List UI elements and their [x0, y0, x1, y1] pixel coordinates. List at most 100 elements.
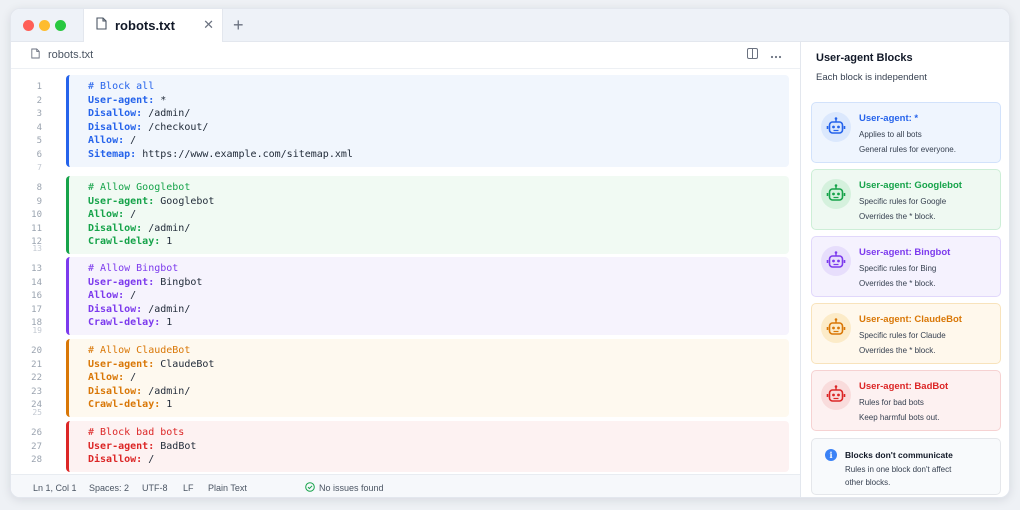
line-text: Disallow: /checkout/: [88, 121, 208, 135]
user-agent-card[interactable]: User-agent: * Applies to all bots General …: [811, 102, 1001, 163]
line-number: 4: [36, 122, 42, 133]
code-editor[interactable]: robots.txt 1 # Block all 2 User-agent: * 3 Di…: [11, 42, 800, 497]
code-line[interactable]: 22 Allow: /: [11, 371, 800, 385]
line-number: 23: [31, 386, 42, 397]
directive-value: /: [142, 454, 155, 466]
language-mode[interactable]: Plain Text: [208, 483, 247, 493]
directive-key: Allow:: [88, 135, 125, 147]
split-editor-icon[interactable]: [747, 48, 758, 62]
robot-icon: [821, 313, 851, 343]
robot-icon: [821, 179, 851, 209]
card-description: General rules for everyone.: [859, 145, 956, 154]
directive-value: /checkout/: [142, 121, 209, 133]
directive-key: User-agent:: [88, 358, 155, 370]
code-line[interactable]: 20 # Allow ClaudeBot: [11, 344, 800, 358]
line-number: 11: [31, 223, 42, 234]
code-line[interactable]: 16 Allow: /: [11, 289, 800, 303]
line-ending-setting[interactable]: LF: [183, 483, 194, 493]
card-title: User-agent: Bingbot: [859, 247, 951, 258]
line-number: 8: [36, 183, 42, 193]
line-number: 27: [31, 441, 42, 452]
new-tab-button[interactable]: +: [233, 15, 244, 35]
breadcrumb-file[interactable]: robots.txt: [48, 49, 93, 61]
directive-key: Disallow:: [88, 121, 143, 133]
card-description: Specific rules for Bing: [859, 264, 937, 273]
card-description: Keep harmful bots out.: [859, 413, 940, 422]
directive-value: *: [154, 94, 167, 106]
card-title: User-agent: ClaudeBot: [859, 314, 962, 325]
tab-robots-txt[interactable]: robots.txt ✕: [83, 9, 223, 42]
code-line[interactable]: 11 Disallow: /admin/: [11, 222, 800, 236]
code-line[interactable]: 19: [11, 324, 800, 338]
directive-key: Disallow:: [88, 454, 143, 466]
card-description: Overrides the * block.: [859, 212, 936, 221]
code-line[interactable]: 17 Disallow: /admin/: [11, 303, 800, 317]
line-text: Disallow: /admin/: [88, 222, 190, 236]
line-number: 3: [36, 109, 42, 120]
card-description: Specific rules for Claude: [859, 331, 946, 340]
line-number: 2: [36, 95, 42, 106]
code-line[interactable]: 23 Disallow: /admin/: [11, 385, 800, 399]
close-window-button[interactable]: [23, 20, 34, 31]
code-line[interactable]: 1 # Block all: [11, 80, 800, 94]
line-number: 5: [36, 136, 42, 147]
directive-value: /admin/: [142, 385, 191, 397]
line-number: 6: [36, 150, 42, 160]
code-line[interactable]: 4 Disallow: /checkout/: [11, 121, 800, 135]
line-text: Disallow: /admin/: [88, 385, 190, 399]
line-text: # Allow Bingbot: [88, 262, 178, 276]
code-line[interactable]: 26 # Block bad bots: [11, 426, 800, 440]
card-description: Specific rules for Google: [859, 197, 947, 206]
maximize-window-button[interactable]: [55, 20, 66, 31]
directive-key: Allow:: [88, 209, 125, 221]
directive-key: User-agent:: [88, 276, 155, 288]
line-number: 9: [36, 196, 42, 207]
code-line[interactable]: 13 # Allow Bingbot: [11, 262, 800, 276]
robot-icon: [821, 112, 851, 142]
indentation-setting[interactable]: Spaces: 2: [89, 483, 129, 493]
code-line[interactable]: 25: [11, 406, 800, 420]
code-area[interactable]: 1 # Block all 2 User-agent: * 3 Disallow: /ad…: [11, 69, 800, 474]
title-bar: robots.txt ✕ +: [11, 9, 1009, 42]
issues-status[interactable]: No issues found: [305, 482, 384, 494]
file-icon: [31, 46, 40, 64]
code-line[interactable]: 10 Allow: /: [11, 208, 800, 222]
line-number: 19: [32, 326, 42, 335]
user-agent-card[interactable]: User-agent: Googlebot Specific rules for …: [811, 169, 1001, 230]
user-agent-card[interactable]: User-agent: ClaudeBot Specific rules for …: [811, 303, 1001, 364]
user-agent-panel: User-agent Blocks Each block is independ…: [800, 42, 1009, 497]
code-line[interactable]: 9 User-agent: Googlebot: [11, 195, 800, 209]
cursor-position[interactable]: Ln 1, Col 1: [33, 483, 77, 493]
user-agent-card[interactable]: User-agent: Bingbot Specific rules for Bi…: [811, 236, 1001, 297]
code-line[interactable]: 3 Disallow: /admin/: [11, 107, 800, 121]
code-line[interactable]: 13: [11, 242, 800, 256]
code-line[interactable]: 21 User-agent: ClaudeBot: [11, 358, 800, 372]
line-text: Allow: /: [88, 289, 136, 303]
status-bar: Ln 1, Col 1 Spaces: 2 UTF-8 LF Plain Tex…: [11, 474, 800, 497]
card-description: Rules for bad bots: [859, 398, 924, 407]
code-line[interactable]: 7: [11, 161, 800, 175]
code-line[interactable]: 8 # Allow Googlebot: [11, 181, 800, 195]
close-icon[interactable]: ✕: [203, 17, 214, 33]
code-line[interactable]: 6 Sitemap: https://www.example.com/sitema…: [11, 148, 800, 162]
comment-text: # Block bad bots: [88, 427, 185, 438]
note-title: Blocks don't communicate: [845, 450, 953, 460]
code-line[interactable]: 5 Allow: /: [11, 134, 800, 148]
directive-key: User-agent:: [88, 94, 155, 106]
minimize-window-button[interactable]: [39, 20, 50, 31]
encoding-setting[interactable]: UTF-8: [142, 483, 168, 493]
directive-key: Disallow:: [88, 303, 143, 315]
line-number: 1: [36, 82, 42, 92]
directive-key: Disallow:: [88, 222, 143, 234]
line-number: 10: [31, 210, 42, 221]
code-line[interactable]: 2 User-agent: *: [11, 94, 800, 108]
more-options-icon[interactable]: [770, 48, 782, 62]
tab-label: robots.txt: [115, 18, 175, 33]
code-line[interactable]: 27 User-agent: BadBot: [11, 440, 800, 454]
directive-value: /: [124, 372, 137, 384]
directive-key: Sitemap:: [88, 149, 137, 160]
code-line[interactable]: 28 Disallow: /: [11, 453, 800, 467]
comment-text: # Allow Bingbot: [88, 263, 179, 274]
user-agent-card[interactable]: User-agent: BadBot Rules for bad bots Keep…: [811, 370, 1001, 431]
code-line[interactable]: 14 User-agent: Bingbot: [11, 276, 800, 290]
